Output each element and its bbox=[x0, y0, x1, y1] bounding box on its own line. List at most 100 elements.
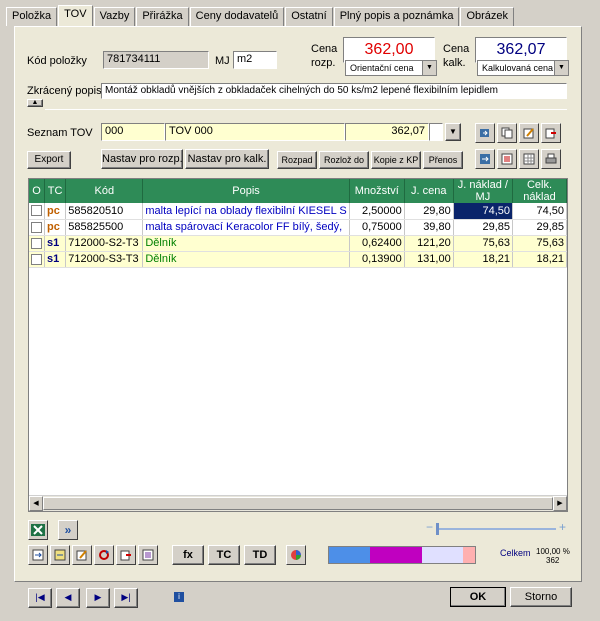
price1-label: Cena bbox=[311, 43, 338, 55]
print-icon[interactable] bbox=[541, 149, 561, 169]
row-tc: s1 bbox=[44, 251, 67, 268]
prenos-button[interactable]: Přenos bbox=[423, 151, 463, 169]
ok-button[interactable]: OK bbox=[450, 587, 506, 607]
chevron-down-icon[interactable]: ▼ bbox=[554, 61, 568, 75]
info-icon[interactable]: i bbox=[174, 592, 184, 602]
delete-icon[interactable] bbox=[541, 123, 561, 143]
list-icon[interactable] bbox=[497, 149, 517, 169]
table-row[interactable]: s1 712000-S3-T3 Dělník 0,13900 131,00 18… bbox=[29, 251, 567, 268]
delete-icon[interactable] bbox=[116, 545, 136, 565]
row-unit-cost: 29,85 bbox=[453, 219, 514, 236]
row-checkbox[interactable] bbox=[29, 235, 45, 252]
rozpad-button[interactable]: Rozpad bbox=[277, 151, 317, 169]
tab-prirazka[interactable]: Přirážka bbox=[136, 7, 189, 26]
price1-type-select[interactable]: Orientační cena ▼ bbox=[345, 60, 437, 76]
rozloz-button[interactable]: Rozlož do bbox=[319, 151, 369, 169]
insert-icon[interactable] bbox=[28, 545, 48, 565]
refresh-icon[interactable] bbox=[94, 545, 114, 565]
last-record-button[interactable]: ▶| bbox=[114, 588, 138, 608]
edit-icon[interactable] bbox=[72, 545, 92, 565]
forward-icon[interactable]: » bbox=[58, 520, 78, 540]
row-checkbox[interactable] bbox=[29, 203, 45, 220]
nastav-kalk-button[interactable]: Nastav pro kalk. bbox=[185, 149, 269, 169]
edit-icon[interactable] bbox=[519, 123, 539, 143]
collapse-button[interactable]: ▲ bbox=[27, 99, 43, 107]
import-icon[interactable] bbox=[475, 123, 495, 143]
first-record-button[interactable]: |◀ bbox=[28, 588, 52, 608]
col-j-cena[interactable]: J. cena bbox=[404, 179, 454, 203]
short-desc-field[interactable]: Montáž obkladů vnějších z obkladaček cih… bbox=[101, 83, 567, 99]
tab-ceny-dodavatelu[interactable]: Ceny dodavatelů bbox=[189, 7, 285, 26]
next-record-button[interactable]: ▶ bbox=[86, 588, 110, 608]
row-unit-cost: 18,21 bbox=[453, 251, 514, 268]
table-row[interactable]: pc 585825500 malta spárovací Keracolor F… bbox=[29, 219, 567, 236]
row-desc: malta spárovací Keracolor FF bílý, šedý, bbox=[142, 219, 350, 236]
col-mnozstvi[interactable]: Množství bbox=[349, 179, 405, 203]
zoom-thumb[interactable] bbox=[436, 523, 439, 535]
scroll-left-icon[interactable]: ◀ bbox=[29, 496, 43, 511]
col-popis[interactable]: Popis bbox=[142, 179, 350, 203]
row-code: 712000-S3-T3 bbox=[65, 251, 144, 268]
zoom-minus-icon[interactable]: − bbox=[426, 520, 433, 534]
mj-label: MJ bbox=[215, 55, 230, 67]
tab-plny-popis[interactable]: Plný popis a poznámka bbox=[333, 7, 460, 26]
col-o[interactable]: O bbox=[29, 179, 45, 203]
paste-icon[interactable] bbox=[50, 545, 70, 565]
col-j-naklad[interactable]: J. náklad / MJ bbox=[453, 179, 514, 203]
row-tc: s1 bbox=[44, 235, 67, 252]
mj-field[interactable]: m2 bbox=[233, 51, 277, 69]
fx-button[interactable]: fx bbox=[172, 545, 204, 565]
row-checkbox[interactable] bbox=[29, 251, 45, 268]
row-price: 131,00 bbox=[404, 251, 454, 268]
scroll-thumb[interactable] bbox=[43, 497, 553, 510]
tab-polozka[interactable]: Položka bbox=[6, 7, 58, 26]
row-desc: malta lepící na oblady flexibilní KIESEL… bbox=[142, 203, 350, 220]
row-price: 121,20 bbox=[404, 235, 454, 252]
prev-icon: ◀ bbox=[64, 592, 72, 602]
export-button[interactable]: Export bbox=[27, 151, 71, 169]
price2-type-select[interactable]: Kalkulovaná cena ▼ bbox=[477, 60, 569, 76]
row-desc: Dělník bbox=[142, 235, 350, 252]
row-total: 75,63 bbox=[512, 235, 567, 252]
scroll-right-icon[interactable]: ▶ bbox=[553, 496, 567, 511]
table-icon[interactable] bbox=[519, 149, 539, 169]
table-header: O TC Kód Popis Množství J. cena J. nákla… bbox=[29, 179, 567, 203]
row-unit-cost[interactable]: 74,50 bbox=[453, 203, 514, 220]
table-row[interactable]: pc 585820510 malta lepící na oblady flex… bbox=[29, 203, 567, 220]
row-tc: pc bbox=[44, 219, 67, 236]
td-button[interactable]: TD bbox=[244, 545, 276, 565]
tab-tov[interactable]: TOV bbox=[58, 5, 93, 26]
item-code-field: 781734111 bbox=[103, 51, 209, 69]
tov-dropdown-button[interactable]: ▼ bbox=[445, 123, 461, 141]
price2-type-text: Kalkulovaná cena bbox=[482, 63, 554, 73]
excel-icon[interactable] bbox=[28, 520, 48, 540]
list-icon[interactable] bbox=[138, 545, 158, 565]
copy-icon[interactable] bbox=[497, 123, 517, 143]
tab-vazby[interactable]: Vazby bbox=[93, 7, 136, 26]
col-celk-naklad[interactable]: Celk. náklad bbox=[512, 179, 567, 203]
tov-code-field[interactable]: 000 bbox=[101, 123, 165, 141]
color-palette-icon[interactable] bbox=[286, 545, 306, 565]
chevron-down-icon[interactable]: ▼ bbox=[422, 61, 436, 75]
zoom-slider[interactable]: − + bbox=[426, 520, 566, 535]
col-kod[interactable]: Kód bbox=[65, 179, 144, 203]
prev-record-button[interactable]: ◀ bbox=[56, 588, 80, 608]
kopie-button[interactable]: Kopie z KP bbox=[371, 151, 421, 169]
col-tc[interactable]: TC bbox=[44, 179, 67, 203]
zoom-plus-icon[interactable]: + bbox=[559, 520, 566, 534]
storno-button[interactable]: Storno bbox=[510, 587, 572, 607]
horizontal-scrollbar[interactable]: ◀ ▶ bbox=[29, 495, 567, 511]
table-row[interactable]: s1 712000-S2-T3 Dělník 0,62400 121,20 75… bbox=[29, 235, 567, 252]
transfer-icon[interactable] bbox=[475, 149, 495, 169]
tov-grid[interactable]: O TC Kód Popis Množství J. cena J. nákla… bbox=[28, 178, 568, 512]
tov-list-label: Seznam TOV bbox=[27, 127, 93, 139]
nastav-rozp-button[interactable]: Nastav pro rozp. bbox=[101, 149, 183, 169]
tc-button[interactable]: TC bbox=[208, 545, 240, 565]
summary-label: Celkem bbox=[500, 548, 531, 558]
tab-obrazek[interactable]: Obrázek bbox=[460, 7, 515, 26]
row-total: 74,50 bbox=[512, 203, 567, 220]
last-icon: ▶| bbox=[121, 592, 131, 602]
tov-name-field[interactable]: TOV 000 bbox=[165, 123, 345, 141]
tab-ostatni[interactable]: Ostatní bbox=[285, 7, 333, 26]
row-checkbox[interactable] bbox=[29, 219, 45, 236]
